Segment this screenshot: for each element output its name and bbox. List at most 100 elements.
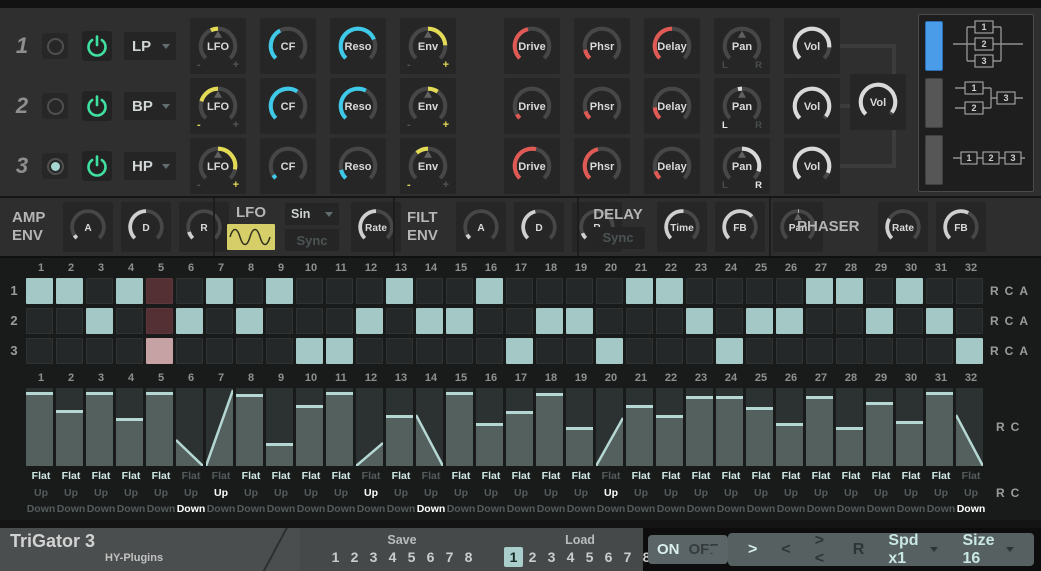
step-type-down[interactable]: Down — [416, 501, 446, 518]
step-type-flat[interactable]: Flat — [596, 468, 626, 485]
gate-cell[interactable] — [566, 308, 593, 334]
step-type-flat[interactable]: Flat — [866, 468, 896, 485]
velocity-bar[interactable] — [566, 388, 593, 466]
step-type-down[interactable]: Down — [86, 501, 116, 518]
channel-power-button[interactable] — [82, 91, 112, 121]
phaser-rate-knob[interactable]: Rate — [878, 202, 928, 252]
master-volume-tile[interactable]: Vol — [850, 74, 906, 130]
gate-a-button[interactable]: A — [1019, 344, 1028, 358]
velocity-c-button[interactable]: C — [1011, 420, 1020, 434]
gate-cell[interactable] — [686, 278, 713, 304]
pan-knob[interactable]: PanLR — [714, 138, 770, 194]
routing-select-button[interactable] — [925, 78, 943, 128]
gate-cell[interactable] — [656, 278, 683, 304]
drive-knob[interactable]: Drive — [504, 78, 560, 134]
gate-cell[interactable] — [956, 278, 983, 304]
velocity-bar[interactable] — [596, 388, 623, 466]
channel-power-button[interactable] — [82, 31, 112, 61]
step-type-down[interactable]: Down — [356, 501, 386, 518]
gate-cell[interactable] — [176, 338, 203, 364]
gate-cell[interactable] — [296, 308, 323, 334]
load-slot-6[interactable]: 6 — [599, 547, 618, 567]
gate-c-button[interactable]: C — [1005, 314, 1014, 328]
gate-cell[interactable] — [266, 308, 293, 334]
step-type-down[interactable]: Down — [956, 501, 986, 518]
gate-cell[interactable] — [356, 338, 383, 364]
velocity-bar[interactable] — [746, 388, 773, 466]
step-type-up[interactable]: Up — [956, 485, 986, 502]
gate-cell[interactable] — [236, 338, 263, 364]
gate-cell[interactable] — [806, 338, 833, 364]
step-type-down[interactable]: Down — [386, 501, 416, 518]
gate-cell[interactable] — [476, 278, 503, 304]
gate-cell[interactable] — [746, 338, 773, 364]
gate-cell[interactable] — [146, 338, 173, 364]
cutoff-knob[interactable]: CF — [260, 18, 316, 74]
step-type-down[interactable]: Down — [776, 501, 806, 518]
velocity-bar[interactable] — [836, 388, 863, 466]
gate-cell[interactable] — [776, 278, 803, 304]
gate-r-button[interactable]: R — [990, 284, 999, 298]
channel-select-radio[interactable] — [42, 93, 68, 119]
gate-cell[interactable] — [26, 278, 53, 304]
step-type-down[interactable]: Down — [656, 501, 686, 518]
gate-c-button[interactable]: C — [1005, 344, 1014, 358]
drive-knob[interactable]: Drive — [504, 138, 560, 194]
gate-r-button[interactable]: R — [990, 344, 999, 358]
step-type-down[interactable]: Down — [446, 501, 476, 518]
save-slot-6[interactable]: 6 — [421, 547, 440, 567]
drive-knob[interactable]: Drive — [504, 18, 560, 74]
step-type-up[interactable]: Up — [746, 485, 776, 502]
step-type-up[interactable]: Up — [356, 485, 386, 502]
gate-cell[interactable] — [926, 308, 953, 334]
velocity-bar[interactable] — [476, 388, 503, 466]
gate-cell[interactable] — [806, 278, 833, 304]
gate-cell[interactable] — [716, 308, 743, 334]
gate-cell[interactable] — [116, 278, 143, 304]
step-type-down[interactable]: Down — [236, 501, 266, 518]
on-button[interactable]: ON — [657, 541, 680, 558]
velocity-bar[interactable] — [386, 388, 413, 466]
step-type-up[interactable]: Up — [86, 485, 116, 502]
step-type-flat[interactable]: Flat — [836, 468, 866, 485]
step-type-up[interactable]: Up — [326, 485, 356, 502]
step-type-flat[interactable]: Flat — [626, 468, 656, 485]
step-type-down[interactable]: Down — [746, 501, 776, 518]
gate-cell[interactable] — [926, 338, 953, 364]
step-type-flat[interactable]: Flat — [116, 468, 146, 485]
velocity-bar[interactable] — [656, 388, 683, 466]
step-type-flat[interactable]: Flat — [176, 468, 206, 485]
velocity-bar[interactable] — [266, 388, 293, 466]
delay-sync-button[interactable]: Sync — [591, 227, 645, 249]
save-slot-1[interactable]: 1 — [326, 547, 345, 567]
load-slot-7[interactable]: 7 — [618, 547, 637, 567]
transport-random-button[interactable]: R — [853, 541, 865, 559]
gate-cell[interactable] — [506, 338, 533, 364]
volume-knob[interactable]: Vol — [784, 78, 840, 134]
gate-cell[interactable] — [836, 338, 863, 364]
resonance-knob[interactable]: Reso — [330, 138, 386, 194]
gate-cell[interactable] — [236, 308, 263, 334]
env-amount-knob[interactable]: Env-+ — [400, 138, 456, 194]
step-type-up[interactable]: Up — [776, 485, 806, 502]
step-type-up[interactable]: Up — [566, 485, 596, 502]
step-type-up[interactable]: Up — [896, 485, 926, 502]
velocity-r-button[interactable]: R — [996, 420, 1005, 434]
gate-cell[interactable] — [446, 308, 473, 334]
gate-cell[interactable] — [116, 308, 143, 334]
amp-env-d-knob[interactable]: D — [121, 202, 171, 252]
gate-cell[interactable] — [896, 308, 923, 334]
step-type-up[interactable]: Up — [596, 485, 626, 502]
step-type-flat[interactable]: Flat — [206, 468, 236, 485]
save-slot-8[interactable]: 8 — [459, 547, 478, 567]
step-type-down[interactable]: Down — [476, 501, 506, 518]
step-type-down[interactable]: Down — [866, 501, 896, 518]
amp-env-a-knob[interactable]: A — [63, 202, 113, 252]
step-type-up[interactable]: Up — [26, 485, 56, 502]
gate-cell[interactable] — [656, 308, 683, 334]
env-amount-knob[interactable]: Env-+ — [400, 18, 456, 74]
step-type-up[interactable]: Up — [806, 485, 836, 502]
filter-type-dropdown[interactable]: BP — [124, 92, 176, 120]
step-type-flat[interactable]: Flat — [236, 468, 266, 485]
velocity-bar[interactable] — [626, 388, 653, 466]
